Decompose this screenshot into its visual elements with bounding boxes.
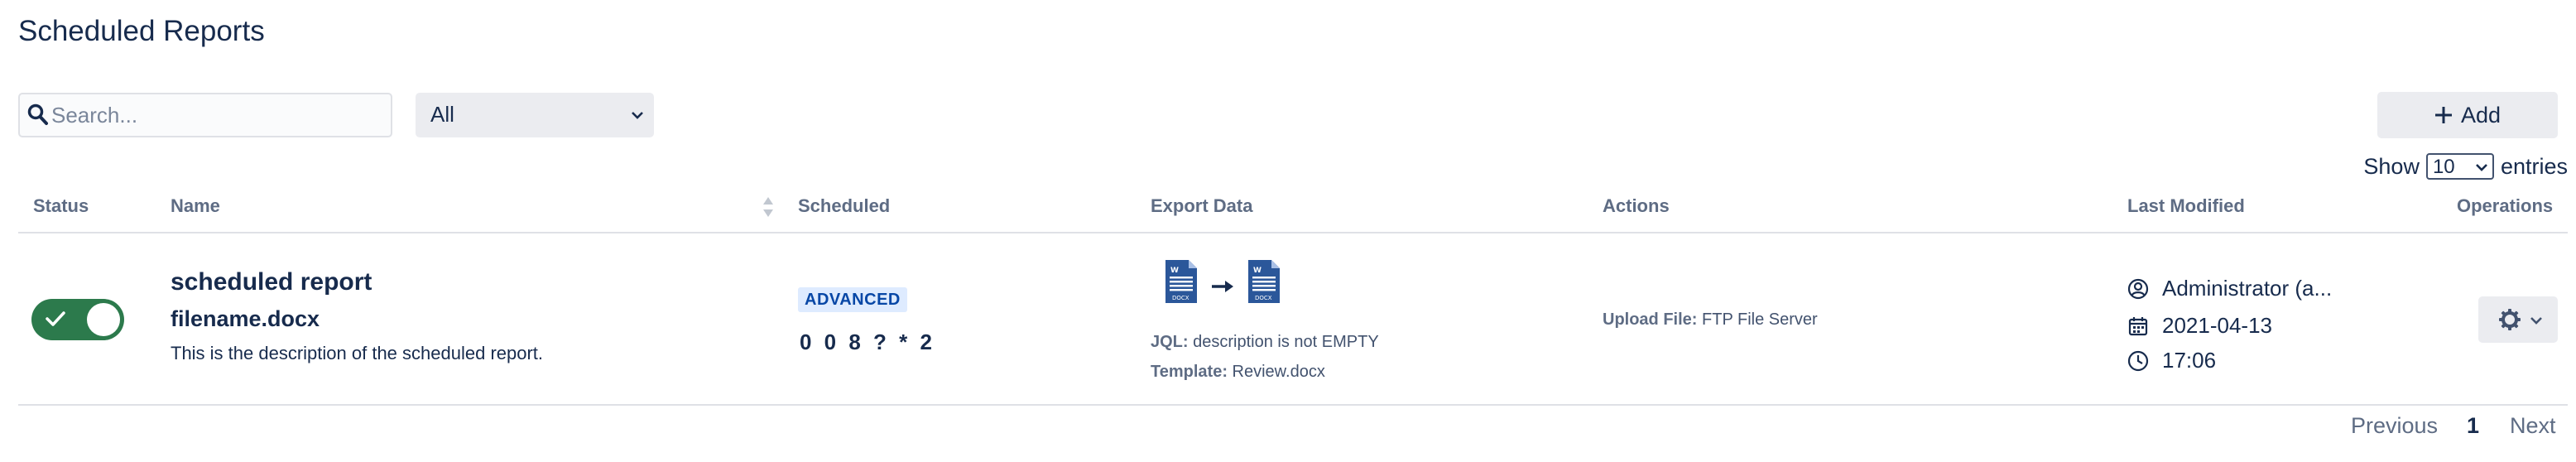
modified-date: 2021-04-13 [2127, 313, 2272, 339]
status-filter-value: All [430, 102, 454, 127]
action-description: Upload File: FTP File Server [1603, 310, 1818, 330]
modified-date-text: 2021-04-13 [2162, 313, 2272, 338]
sort-icon[interactable] [762, 195, 774, 219]
plus-icon [2435, 107, 2452, 123]
modified-by: Administrator (a... [2127, 276, 2332, 301]
search-input[interactable] [51, 96, 382, 134]
svg-text:W: W [1170, 267, 1179, 275]
user-icon [2127, 278, 2149, 299]
svg-text:DOCX: DOCX [1255, 295, 1272, 301]
page-title: Scheduled Reports [18, 15, 265, 47]
chevron-down-icon [632, 112, 643, 119]
cron-expression: 0 0 8 ? * 2 [800, 330, 935, 354]
add-button-label: Add [2461, 103, 2502, 128]
template-value: Review.docx [1232, 363, 1325, 381]
svg-text:W: W [1253, 267, 1262, 275]
chevron-down-icon [2530, 317, 2542, 325]
schedule-type-badge: ADVANCED [798, 287, 907, 312]
search-icon [27, 103, 48, 125]
report-description: This is the description of the scheduled… [171, 343, 544, 363]
column-header-status[interactable]: Status [33, 195, 89, 217]
report-name[interactable]: scheduled report [171, 268, 372, 296]
pagination-previous[interactable]: Previous [2351, 413, 2438, 439]
operations-dropdown-button[interactable] [2478, 296, 2558, 343]
pagination-page-1[interactable]: 1 [2467, 413, 2479, 439]
modified-time-text: 17:06 [2162, 348, 2217, 373]
entries-label: entries [2500, 153, 2568, 179]
table-bottom-divider [18, 404, 2568, 406]
report-filename: filename.docx [171, 306, 320, 331]
table-header-divider [18, 232, 2568, 233]
clock-icon [2127, 350, 2149, 371]
entries-select-value: 10 [2432, 156, 2455, 178]
modified-time: 17:06 [2127, 348, 2216, 373]
template-label: Template: [1151, 363, 1228, 381]
column-header-last-modified[interactable]: Last Modified [2127, 195, 2245, 217]
chevron-down-icon [2476, 164, 2487, 171]
search-box[interactable] [18, 93, 392, 137]
word-docx-icon: W DOCX [1248, 260, 1280, 303]
pagination-next[interactable]: Next [2510, 413, 2556, 439]
column-header-scheduled[interactable]: Scheduled [798, 195, 890, 217]
action-label: Upload File: [1603, 310, 1698, 329]
status-filter-select[interactable]: All [416, 93, 654, 137]
action-value: FTP File Server [1702, 310, 1818, 329]
add-button[interactable]: Add [2377, 92, 2558, 138]
template-line: Template: Review.docx [1151, 363, 1325, 382]
svg-text:DOCX: DOCX [1172, 295, 1189, 301]
word-docx-icon: W DOCX [1165, 260, 1197, 303]
entries-length-control: Show 10 entries [2363, 152, 2568, 180]
column-header-name[interactable]: Name [171, 195, 220, 217]
arrow-right-icon [1212, 281, 1233, 292]
show-label: Show [2363, 153, 2420, 179]
modified-by-text: Administrator (a... [2162, 276, 2333, 301]
toggle-knob [87, 303, 120, 336]
column-header-actions[interactable]: Actions [1603, 195, 1670, 217]
calendar-icon [2128, 316, 2148, 335]
gear-icon [2499, 309, 2521, 330]
entries-select[interactable]: 10 [2425, 153, 2494, 180]
column-header-export-data[interactable]: Export Data [1151, 195, 1252, 217]
jql-label: JQL: [1151, 333, 1189, 351]
check-icon [46, 311, 65, 326]
column-header-operations: Operations [2457, 195, 2554, 216]
jql-line: JQL: description is not EMPTY [1151, 333, 1379, 352]
jql-value: description is not EMPTY [1193, 333, 1379, 351]
status-toggle[interactable] [31, 299, 124, 340]
